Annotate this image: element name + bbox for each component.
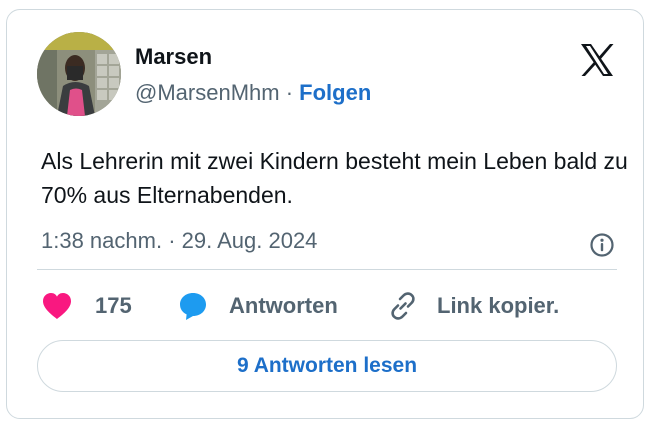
x-logo-icon[interactable]	[577, 40, 617, 80]
reply-button[interactable]: Antworten	[177, 286, 338, 326]
tweet-card: Marsen @MarsenMhm · Folgen Als Lehrerin …	[6, 9, 644, 419]
reply-label: Antworten	[229, 293, 338, 318]
reply-bubble-icon	[177, 290, 209, 322]
divider	[37, 269, 617, 270]
info-icon[interactable]	[589, 232, 615, 258]
author-avatar[interactable]	[37, 32, 121, 116]
follow-button[interactable]: Folgen	[299, 80, 371, 105]
author-name[interactable]: Marsen	[135, 44, 212, 70]
copy-link-button[interactable]: Link kopier.	[387, 286, 559, 326]
tweet-text: Als Lehrerin mit zwei Kindern besteht me…	[41, 148, 628, 208]
tweet-timestamp[interactable]: 1:38 nachm. · 29. Aug. 2024	[41, 228, 317, 254]
like-button[interactable]: 175	[41, 286, 132, 326]
author-meta-row: @MarsenMhm · Folgen	[135, 80, 371, 106]
read-replies-button[interactable]: 9 Antworten lesen	[37, 340, 617, 392]
author-handle[interactable]: @MarsenMhm	[135, 80, 280, 105]
like-count: 175	[95, 293, 132, 318]
separator-dot: ·	[285, 80, 294, 105]
copy-link-label: Link kopier.	[437, 293, 560, 318]
link-icon	[387, 290, 419, 322]
heart-icon	[41, 291, 73, 321]
